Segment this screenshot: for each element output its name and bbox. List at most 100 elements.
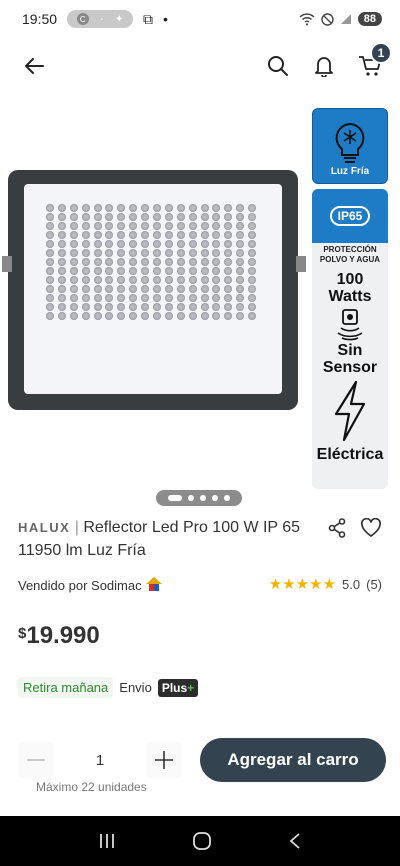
led: [69, 294, 78, 302]
led: [69, 276, 78, 284]
screenshot-icon: ⧉: [143, 10, 154, 27]
search-button[interactable]: [266, 54, 290, 78]
add-to-cart-button[interactable]: Agregar al carro: [200, 738, 386, 782]
led: [188, 231, 197, 239]
cart-button[interactable]: 1: [358, 42, 392, 78]
led: [212, 267, 221, 275]
led: [200, 258, 209, 266]
led: [153, 231, 161, 239]
led: [248, 267, 257, 275]
plus-sign: +: [187, 680, 195, 695]
led: [117, 294, 126, 302]
led: [188, 294, 197, 302]
increase-quantity-button[interactable]: [146, 742, 182, 778]
led: [248, 276, 257, 284]
quantity-value[interactable]: 1: [54, 752, 146, 769]
led: [141, 240, 150, 248]
arrow-left-icon: [25, 58, 44, 74]
gallery-dot[interactable]: [168, 495, 182, 501]
led: [212, 303, 221, 311]
heart-icon[interactable]: [360, 518, 382, 538]
led: [188, 213, 197, 221]
gallery-pagination[interactable]: [156, 490, 242, 506]
led: [69, 222, 78, 230]
do-not-disturb-icon: [321, 12, 334, 26]
led: [129, 303, 138, 311]
led: [46, 240, 54, 248]
led: [212, 258, 221, 266]
led: [105, 222, 114, 230]
gallery-dot[interactable]: [200, 495, 206, 501]
product-image-gallery[interactable]: Luz Fría IP65 PROTECCIÓN POLVO Y AGUA 10…: [0, 106, 400, 506]
led: [141, 204, 150, 212]
led: [188, 249, 197, 257]
nav-back-icon[interactable]: [288, 832, 302, 850]
led: [212, 285, 221, 293]
star-icon: ★: [295, 576, 310, 593]
product-brand[interactable]: HALUX: [18, 520, 70, 535]
led: [188, 222, 197, 230]
product-title: HALUX | Reflector Led Pro 100 W IP 65 11…: [18, 516, 308, 562]
led: [248, 240, 257, 248]
led: [200, 222, 209, 230]
led: [153, 249, 161, 257]
led: [69, 312, 78, 320]
led: [69, 213, 78, 221]
bell-icon: [315, 57, 333, 77]
brand-separator: |: [74, 519, 79, 536]
decrease-quantity-button[interactable]: [18, 742, 54, 778]
led: [164, 267, 173, 275]
led: [105, 285, 114, 293]
home-icon[interactable]: [192, 831, 212, 851]
led: [81, 240, 90, 248]
led: [200, 276, 209, 284]
envio-label: Envio: [119, 680, 152, 695]
led: [224, 258, 233, 266]
led: [141, 213, 150, 221]
back-button[interactable]: [22, 54, 46, 78]
led: [57, 312, 66, 320]
led: [212, 231, 221, 239]
max-units-label: Máximo 22 unidades: [36, 780, 147, 794]
led: [176, 294, 185, 302]
gallery-dot[interactable]: [212, 495, 218, 501]
led: [236, 285, 245, 293]
led: [200, 213, 209, 221]
floodlight-panel: [24, 184, 282, 394]
led: [105, 231, 114, 239]
recent-apps-icon[interactable]: [98, 832, 116, 850]
led: [46, 231, 54, 239]
led: [248, 258, 257, 266]
led: [188, 312, 197, 320]
led: [224, 231, 233, 239]
system-nav-bar: [0, 816, 400, 866]
share-icon[interactable]: [328, 518, 346, 538]
led: [236, 231, 245, 239]
led: [200, 204, 209, 212]
gallery-dot[interactable]: [188, 495, 194, 501]
led: [105, 213, 114, 221]
led: [200, 285, 209, 293]
led: [164, 204, 173, 212]
led: [141, 267, 150, 275]
led: [236, 249, 245, 257]
price-currency: $: [18, 625, 27, 642]
led: [69, 303, 78, 311]
led: [236, 213, 245, 221]
rating[interactable]: ★★★★★ 5.0 (5): [269, 575, 382, 593]
notifications-button[interactable]: [312, 54, 336, 78]
sensor-icon: [337, 309, 363, 341]
led-grid: [46, 204, 258, 324]
led: [46, 213, 54, 221]
gallery-dot[interactable]: [224, 495, 230, 501]
led: [176, 312, 185, 320]
led: [129, 204, 138, 212]
star-icon: ★: [322, 576, 337, 593]
led: [117, 258, 126, 266]
led: [141, 231, 150, 239]
led: [224, 267, 233, 275]
led: [248, 249, 257, 257]
led: [164, 312, 173, 320]
lightning-bolt-icon: [334, 380, 366, 442]
led: [129, 294, 138, 302]
